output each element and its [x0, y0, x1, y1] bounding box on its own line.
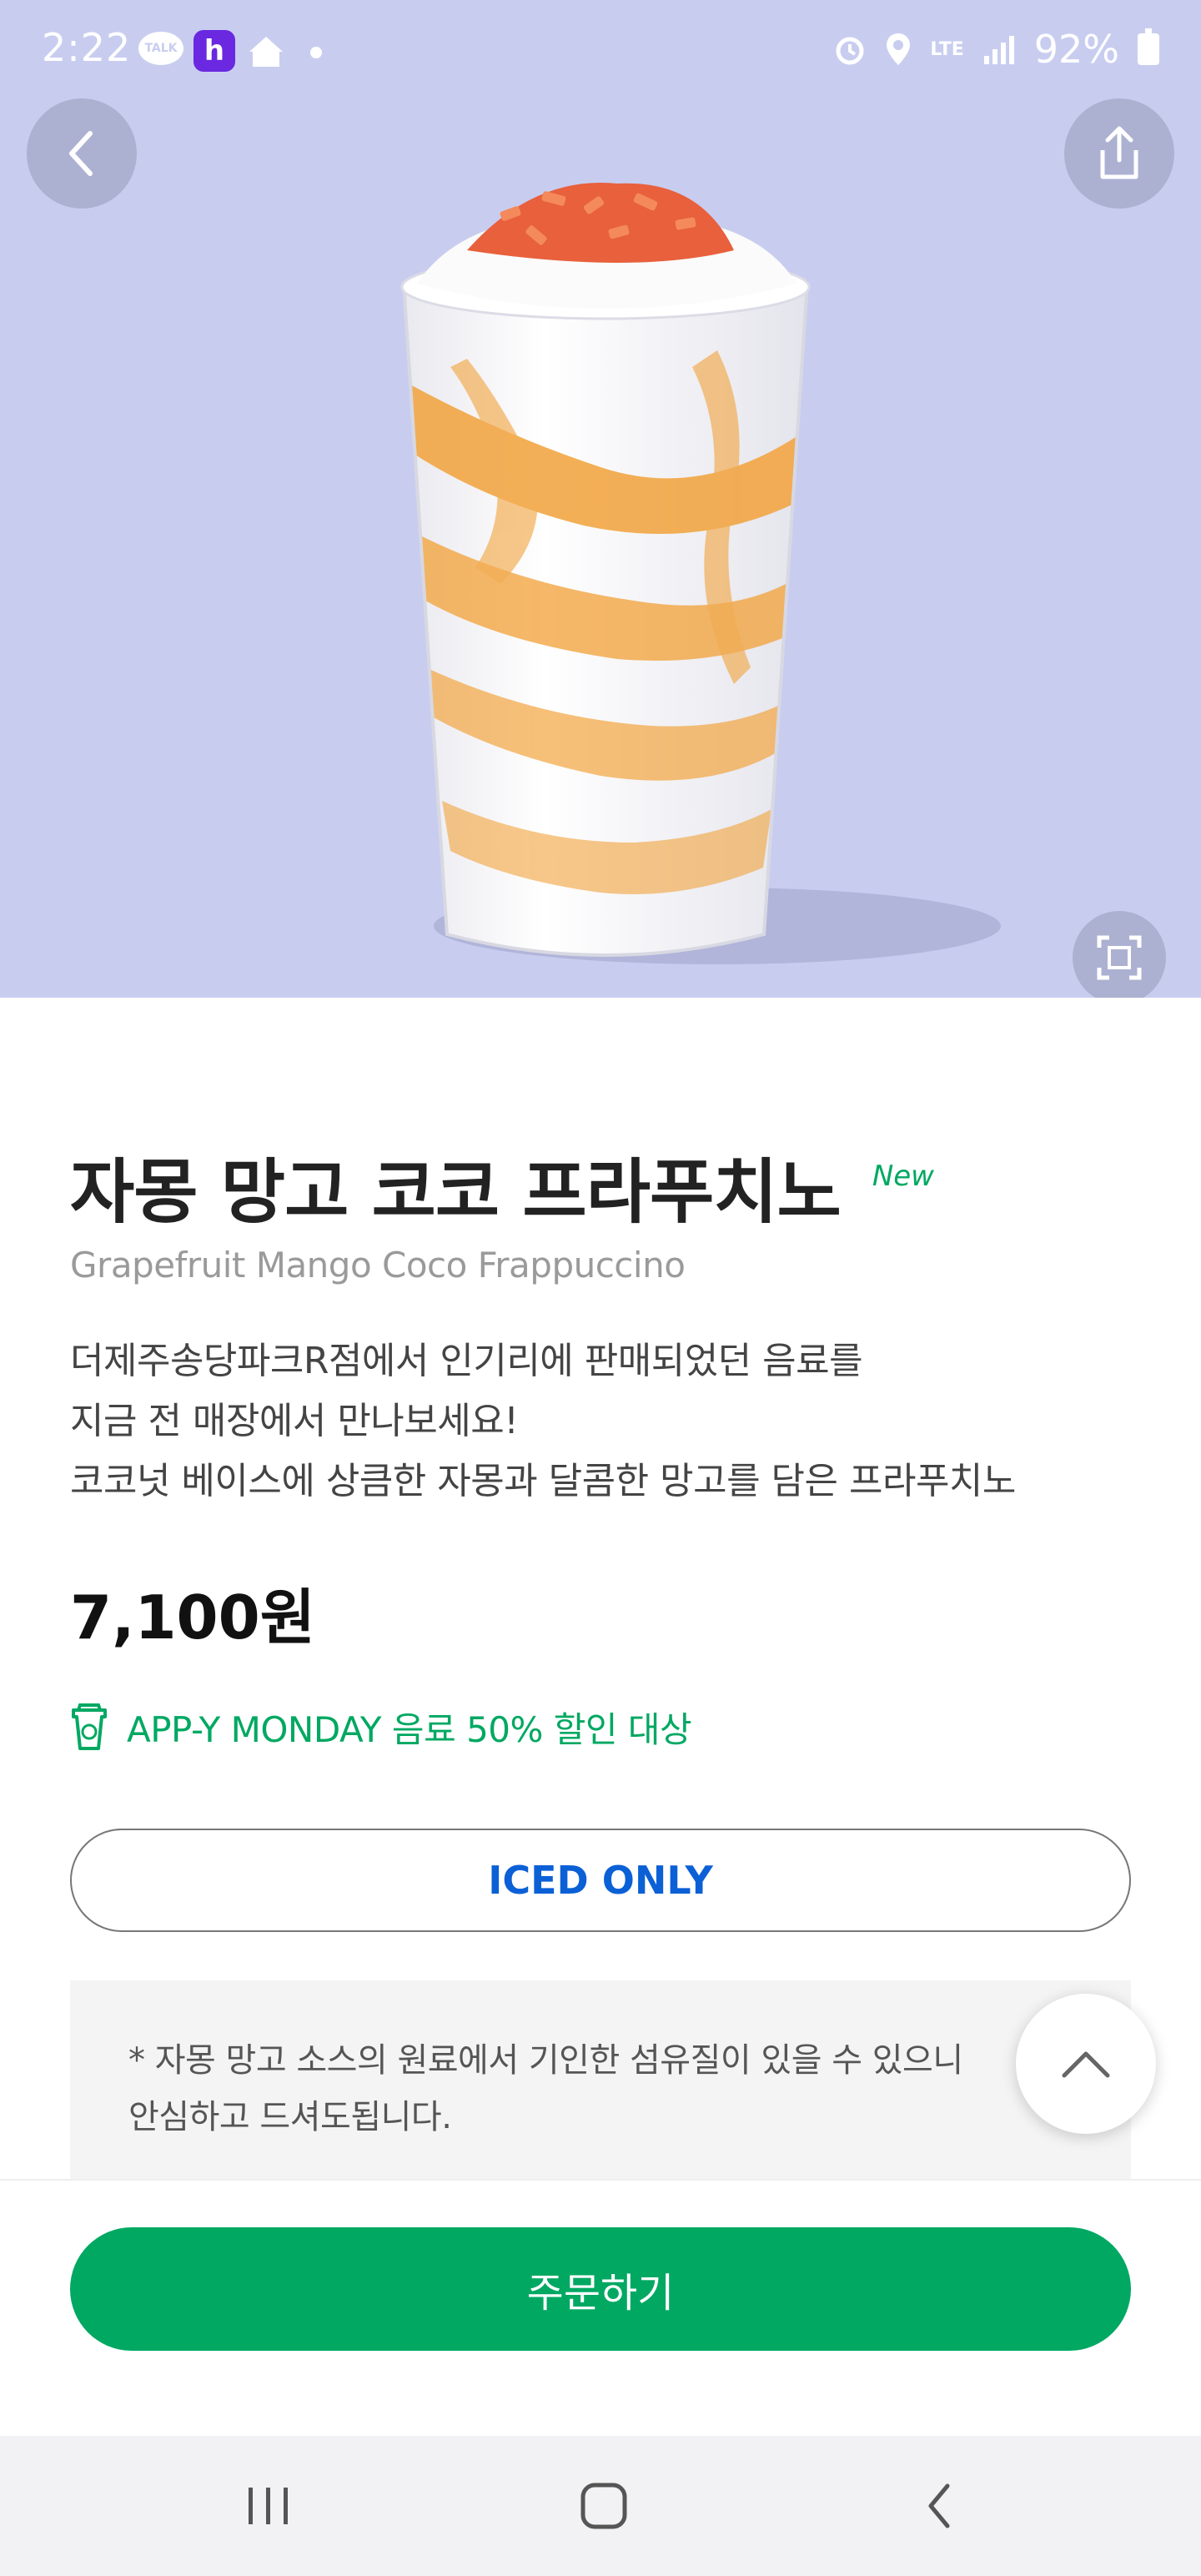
system-back-button[interactable]	[906, 2473, 972, 2539]
back-icon	[928, 2483, 950, 2528]
notice-line: * 자몽 망고 소스의 원료에서 기인한 섬유질이 있을 수 있으니	[128, 2041, 963, 2080]
description-line: 더제주송당파크R점에서 인기리에 판매되었던 음료를	[70, 1340, 863, 1382]
lte-icon: LTE	[930, 38, 964, 60]
product-price: 7,100원	[70, 1582, 315, 1653]
promo-text: APP-Y MONDAY 음료 50% 할인 대상	[127, 1709, 692, 1750]
recent-apps-icon	[249, 2488, 288, 2524]
new-badge: New	[872, 1160, 934, 1193]
allergy-notice: * 자몽 망고 소스의 원료에서 기인한 섬유질이 있을 수 있으니 안심하고 …	[70, 1980, 1131, 2181]
temperature-option: ICED ONLY	[70, 1829, 1131, 1932]
cup-icon	[72, 1703, 107, 1750]
location-icon	[887, 33, 911, 65]
recent-apps-button[interactable]	[235, 2473, 302, 2539]
dot-icon	[310, 47, 322, 58]
kakaotalk-icon: TALK	[138, 32, 183, 65]
drink-illustration	[400, 183, 1001, 964]
chevron-up-icon	[1062, 2051, 1110, 2078]
product-english-name: Grapefruit Mango Coco Frappuccino	[70, 1245, 686, 1285]
order-button[interactable]: 주문하기	[70, 2227, 1131, 2351]
battery-icon	[1138, 28, 1159, 65]
battery-percent: 92%	[1033, 27, 1119, 72]
notice-line: 안심하고 드셔도됩니다.	[128, 2098, 452, 2136]
product-name: 자몽 망고 코코 프라푸치노	[70, 1151, 842, 1233]
product-image: 2:22 TALK h LTE 92%	[0, 0, 1201, 998]
system-navigation-bar	[0, 2436, 1201, 2576]
product-title-row: 자몽 망고 코코 프라푸치노 New	[70, 1136, 934, 1237]
fullscreen-icon	[1097, 935, 1142, 980]
alarm-icon	[836, 37, 864, 65]
back-button[interactable]	[27, 98, 137, 209]
order-bar: 주문하기	[0, 2179, 1201, 2436]
status-bar: 2:22 TALK h LTE 92%	[0, 0, 1201, 105]
home-icon	[580, 2483, 627, 2529]
share-button[interactable]	[1064, 98, 1174, 209]
description-line: 지금 전 매장에서 만나보세요!	[70, 1400, 519, 1442]
chevron-left-icon	[69, 131, 93, 176]
fullscreen-button[interactable]	[1073, 911, 1166, 998]
share-icon	[1100, 126, 1138, 179]
smart-home-icon	[245, 32, 287, 72]
h-app-icon: h	[193, 30, 235, 72]
description-line: 코코넛 베이스에 상큼한 자몽과 달콤한 망고를 담은 프라푸치노	[70, 1460, 1016, 1502]
home-button[interactable]	[570, 2473, 637, 2539]
promo-info: APP-Y MONDAY 음료 50% 할인 대상	[70, 1702, 692, 1753]
product-description: 더제주송당파크R점에서 인기리에 판매되었던 음료를 지금 전 매장에서 만나보…	[70, 1331, 1154, 1512]
scroll-top-button[interactable]	[1016, 1994, 1156, 2134]
clock: 2:22	[42, 25, 132, 70]
signal-icon	[983, 36, 1014, 64]
system-indicators: LTE 92%	[833, 27, 1159, 72]
